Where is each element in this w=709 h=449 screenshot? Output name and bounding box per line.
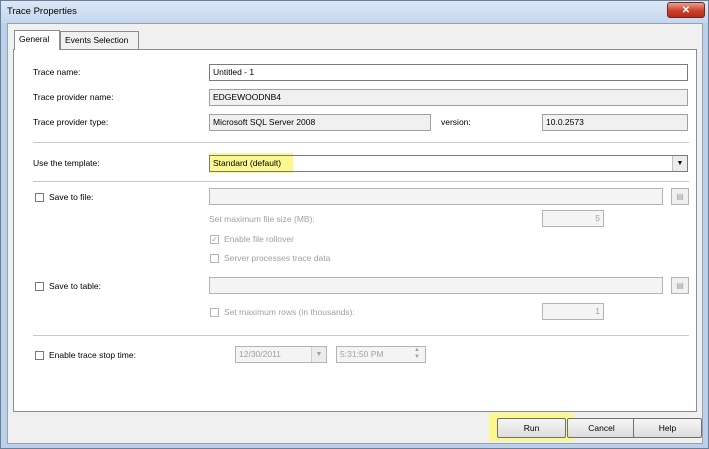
time-spinner[interactable]: ▲ ▼: [410, 347, 424, 362]
separator: [33, 181, 689, 182]
template-selected-value: Standard (default): [213, 158, 282, 168]
cancel-button-label: Cancel: [588, 423, 615, 433]
enable-rollover-checkbox[interactable]: ✓: [210, 235, 219, 244]
trace-name-label: Trace name:: [33, 67, 81, 77]
save-to-table-field[interactable]: [209, 277, 663, 294]
chevron-down-icon[interactable]: ▼: [311, 347, 326, 362]
max-rows-field[interactable]: 1: [542, 303, 604, 320]
dialog-client-area: General Events Selection Trace name: Unt…: [7, 23, 703, 444]
enable-stop-time-checkbox[interactable]: [35, 351, 44, 360]
max-file-size-field[interactable]: 5: [542, 210, 604, 227]
general-tab-panel: Trace name: Untitled - 1 Trace provider …: [13, 49, 697, 412]
template-select[interactable]: Standard (default): [209, 155, 688, 172]
trace-provider-type-field: Microsoft SQL Server 2008: [209, 114, 431, 131]
trace-provider-name-field: EDGEWOODNB4: [209, 89, 688, 106]
save-to-table-label: Save to table:: [49, 281, 101, 291]
trace-properties-window: Trace Properties ✕ General Events Select…: [0, 0, 709, 449]
browse-file-button[interactable]: ▤: [671, 188, 689, 205]
spin-up-icon[interactable]: ▲: [410, 347, 424, 354]
save-to-file-label: Save to file:: [49, 192, 94, 202]
cancel-button[interactable]: Cancel: [567, 418, 636, 438]
server-processes-label: Server processes trace data: [224, 253, 331, 263]
save-to-file-checkbox[interactable]: [35, 193, 44, 202]
help-button[interactable]: Help: [633, 418, 702, 438]
chevron-down-icon[interactable]: ▼: [672, 156, 687, 171]
enable-rollover-label: Enable file rollover: [224, 234, 294, 244]
tab-general[interactable]: General: [14, 30, 60, 50]
max-rows-checkbox[interactable]: [210, 308, 219, 317]
spin-down-icon[interactable]: ▼: [410, 354, 424, 361]
browse-icon: ▤: [676, 281, 684, 290]
window-title: Trace Properties: [7, 6, 77, 17]
version-field: 10.0.2573: [542, 114, 688, 131]
enable-stop-time-label: Enable trace stop time:: [49, 350, 136, 360]
separator: [33, 335, 689, 336]
separator: [33, 142, 689, 143]
use-template-label: Use the template:: [33, 158, 100, 168]
tab-events-selection-label: Events Selection: [65, 35, 129, 45]
title-bar[interactable]: Trace Properties ✕: [1, 1, 708, 23]
version-label: version:: [441, 117, 471, 127]
browse-icon: ▤: [676, 192, 684, 201]
server-processes-checkbox[interactable]: [210, 254, 219, 263]
trace-provider-name-label: Trace provider name:: [33, 92, 114, 102]
save-to-table-checkbox[interactable]: [35, 282, 44, 291]
max-file-size-label: Set maximum file size (MB):: [209, 214, 315, 224]
browse-table-button[interactable]: ▤: [671, 277, 689, 294]
tab-events-selection[interactable]: Events Selection: [60, 31, 139, 49]
trace-provider-type-label: Trace provider type:: [33, 117, 109, 127]
run-button-label: Run: [523, 423, 540, 433]
run-button[interactable]: Run: [497, 418, 566, 438]
max-rows-label: Set maximum rows (in thousands):: [224, 307, 355, 317]
help-button-label: Help: [658, 423, 677, 433]
trace-name-input[interactable]: Untitled - 1: [209, 64, 688, 81]
close-button[interactable]: ✕: [667, 2, 705, 18]
tab-general-label: General: [19, 34, 50, 44]
save-to-file-path[interactable]: [209, 188, 663, 205]
close-icon: ✕: [681, 4, 691, 16]
